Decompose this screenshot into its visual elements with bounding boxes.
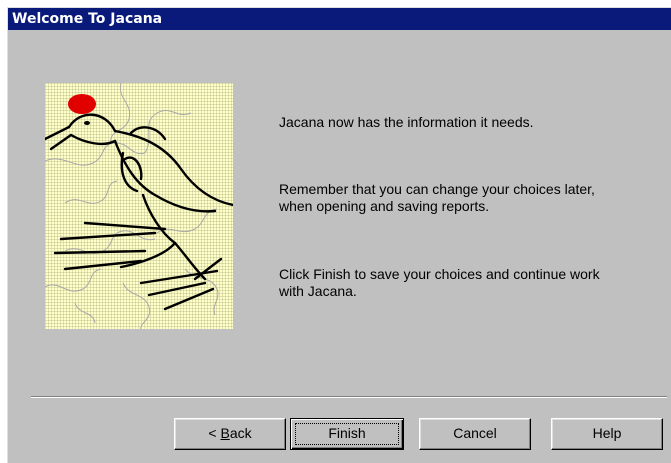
cancel-button-label: Cancel (453, 425, 497, 441)
jacana-bird-icon (45, 83, 233, 329)
back-button-accelerator: B (220, 425, 230, 441)
back-button[interactable]: < Back (174, 418, 286, 450)
info-message-ready: Jacana now has the information it needs. (279, 114, 534, 130)
info-message-change-choices: Remember that you can change your choice… (279, 181, 595, 214)
finish-button-label: Finish (328, 425, 366, 441)
back-button-prefix: < (208, 425, 221, 441)
help-button[interactable]: Help (551, 418, 663, 450)
window-title: Welcome To Jacana (8, 8, 671, 30)
finish-button[interactable]: Finish (290, 418, 404, 450)
info-message-click-finish: Click Finish to save your choices and co… (279, 266, 600, 299)
cancel-button[interactable]: Cancel (419, 418, 531, 450)
help-button-label: Help (592, 425, 622, 441)
wizard-window: Welcome To Jacana Jacana now has the inf… (7, 7, 671, 463)
jacana-bird-illustration (45, 83, 233, 329)
button-divider (31, 396, 667, 398)
back-button-label: ack (229, 425, 252, 441)
